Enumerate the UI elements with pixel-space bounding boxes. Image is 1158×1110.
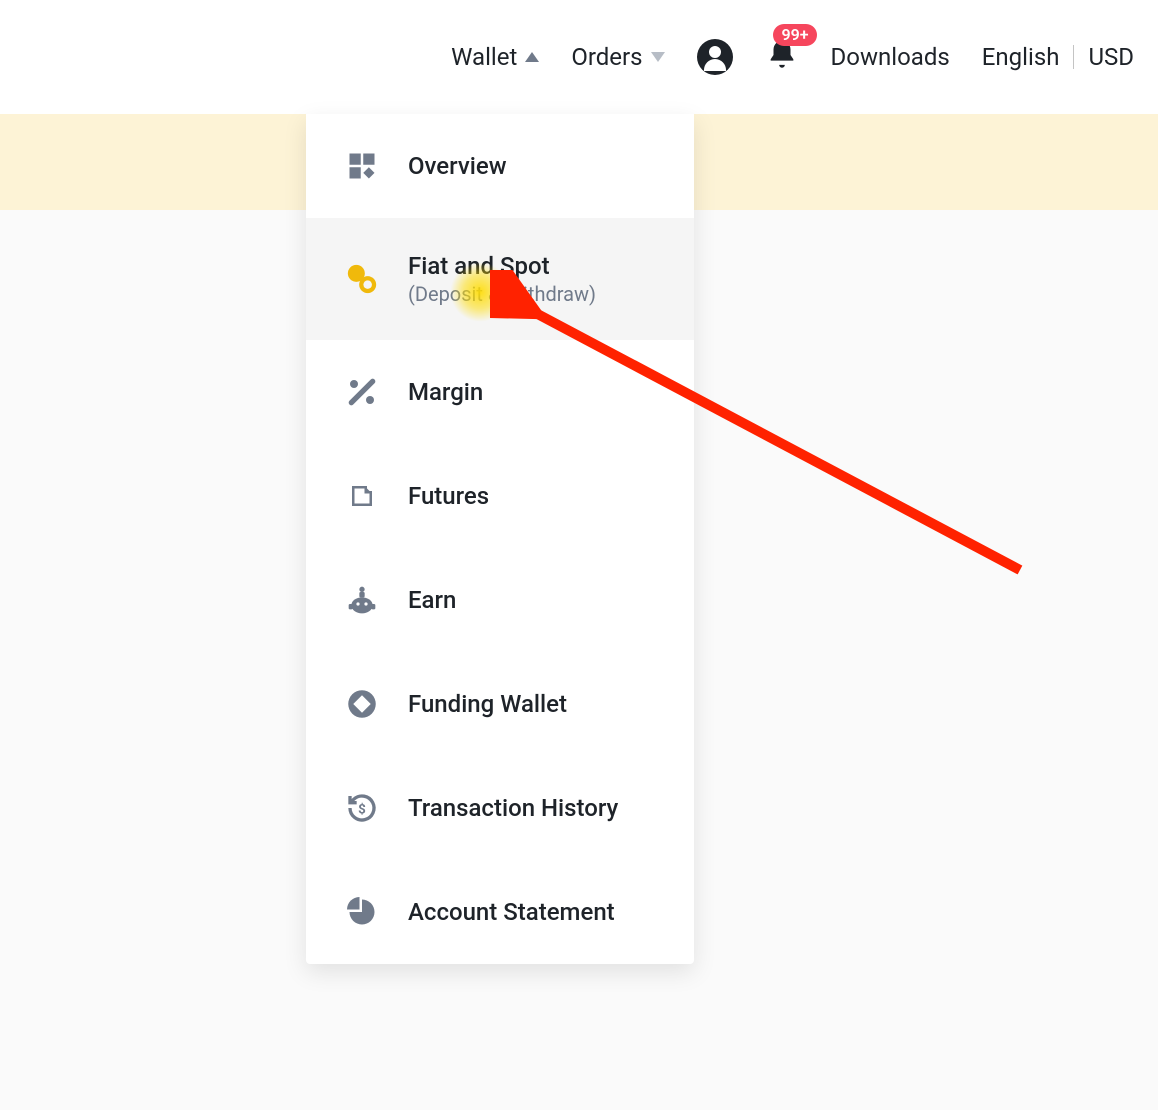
menu-label: Earn — [408, 586, 456, 614]
menu-overview[interactable]: Overview — [306, 114, 694, 218]
menu-margin[interactable]: Margin — [306, 340, 694, 444]
menu-account-statement[interactable]: Account Statement — [306, 860, 694, 964]
history-icon: $ — [344, 790, 380, 826]
svg-text:$: $ — [358, 802, 366, 817]
menu-label: Transaction History — [408, 794, 618, 822]
menu-label: Futures — [408, 482, 489, 510]
lang-currency: English USD — [982, 43, 1134, 71]
menu-funding-wallet[interactable]: Funding Wallet — [306, 652, 694, 756]
caret-down-icon — [651, 52, 665, 62]
earn-icon — [344, 582, 380, 618]
wallet-dropdown: Overview Fiat and Spot (Deposit & Withdr… — [306, 114, 694, 964]
wallet-nav[interactable]: Wallet — [451, 43, 539, 71]
divider — [1073, 45, 1074, 69]
menu-futures[interactable]: Futures — [306, 444, 694, 548]
margin-icon — [344, 374, 380, 410]
top-nav: Wallet Orders 99+ Downloads English USD — [0, 0, 1158, 114]
menu-label: Fiat and Spot — [408, 252, 596, 280]
menu-label: Overview — [408, 152, 507, 180]
language-select[interactable]: English — [982, 43, 1060, 71]
menu-transaction-history[interactable]: $ Transaction History — [306, 756, 694, 860]
orders-nav[interactable]: Orders — [571, 43, 664, 71]
currency-select[interactable]: USD — [1088, 43, 1134, 71]
downloads-nav[interactable]: Downloads — [831, 43, 950, 71]
caret-up-icon — [525, 52, 539, 62]
menu-fiat-and-spot[interactable]: Fiat and Spot (Deposit & Withdraw) — [306, 218, 694, 340]
statement-icon — [344, 894, 380, 930]
wallet-label: Wallet — [451, 43, 517, 71]
account-icon[interactable] — [697, 39, 733, 75]
orders-label: Orders — [571, 43, 642, 71]
downloads-label: Downloads — [831, 43, 950, 71]
fiat-spot-icon — [344, 261, 380, 297]
futures-icon — [344, 478, 380, 514]
menu-earn[interactable]: Earn — [306, 548, 694, 652]
overview-icon — [344, 148, 380, 184]
notification-badge: 99+ — [773, 24, 816, 46]
menu-label: Funding Wallet — [408, 690, 567, 718]
notifications-button[interactable]: 99+ — [765, 38, 799, 76]
funding-icon — [344, 686, 380, 722]
menu-label: Account Statement — [408, 898, 615, 926]
menu-sublabel: (Deposit & Withdraw) — [408, 282, 596, 306]
menu-label: Margin — [408, 378, 483, 406]
